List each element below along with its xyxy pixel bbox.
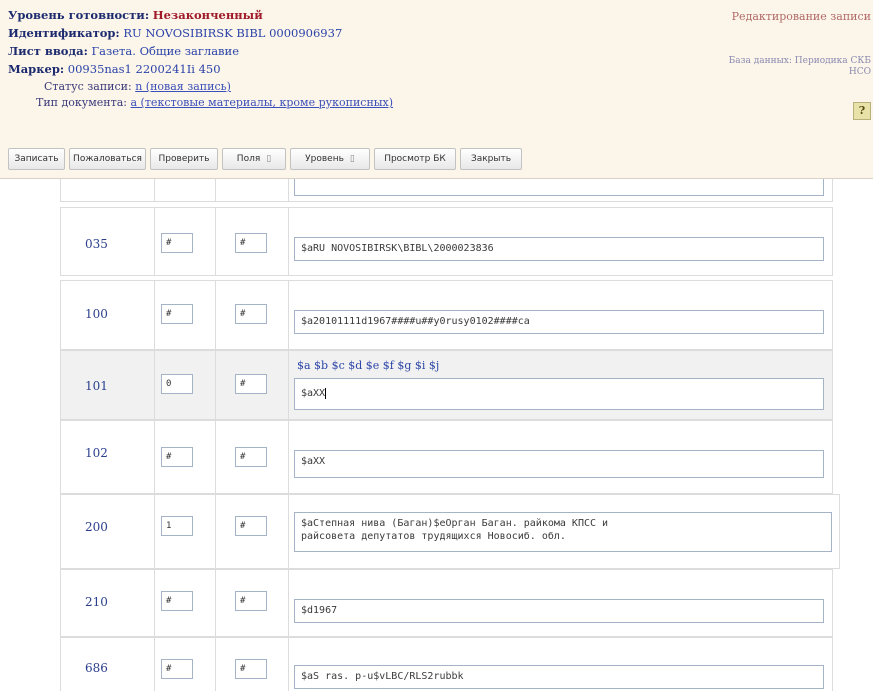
indicator-1-input[interactable]: # bbox=[161, 591, 193, 611]
record-status-link[interactable]: n (новая запись) bbox=[135, 80, 231, 93]
record-header: Уровень готовности: Незаконченный Иденти… bbox=[0, 0, 873, 179]
indicator-1-input[interactable]: # bbox=[161, 659, 193, 679]
field-value-input[interactable]: $d1967 bbox=[294, 599, 824, 623]
table-row: 100 # # $a20101111d1967####u##y0rusy0102… bbox=[60, 280, 833, 350]
field-tag: 102 bbox=[85, 446, 108, 460]
field-value-text: $aXX bbox=[301, 388, 326, 399]
field-tag: 100 bbox=[85, 307, 108, 321]
level-dropdown-label: Уровень bbox=[305, 154, 344, 164]
indicator-2-input[interactable]: # bbox=[235, 516, 267, 536]
input-sheet-label: Лист ввода: bbox=[8, 44, 88, 58]
field-value-input[interactable]: $aRU NOVOSIBIRSK\BIBL\2000023836 bbox=[294, 237, 824, 261]
indicator-2-input[interactable]: # bbox=[235, 304, 267, 324]
indicator-2-input[interactable]: # bbox=[235, 447, 267, 467]
readiness-label: Уровень готовности: bbox=[8, 8, 150, 22]
record-status-label: Статус записи: bbox=[44, 80, 132, 93]
level-dropdown-button[interactable]: Уровень ▯ bbox=[290, 148, 370, 170]
field-tag: 101 bbox=[85, 379, 108, 393]
indicator-1-input[interactable]: 0 bbox=[161, 374, 193, 394]
close-button[interactable]: Закрыть bbox=[460, 148, 522, 170]
identifier-line: Идентификатор: RU NOVOSIBIRSK BIBL 00009… bbox=[8, 26, 342, 40]
indicator-1-input[interactable]: # bbox=[161, 233, 193, 253]
indicator-1-input[interactable]: # bbox=[161, 447, 193, 467]
marker-label: Маркер: bbox=[8, 62, 65, 76]
input-sheet-value: Газета. Общие заглавие bbox=[91, 44, 240, 58]
database-info: База данных: Периодика СКБ НСО bbox=[729, 56, 871, 78]
table-row-active: 101 0 # $a $b $c $d $e $f $g $i $j $aXX bbox=[60, 350, 833, 420]
table-row: 200 1 # $aСтепная нива (Баган)$eОрган Ба… bbox=[60, 494, 840, 569]
readiness-line: Уровень готовности: Незаконченный bbox=[8, 8, 263, 22]
field-value-input[interactable]: $aS ras. p-u$vLBC/RLS2rubbk bbox=[294, 665, 824, 689]
marker-value: 00935nas1 2200241Ii 450 bbox=[67, 62, 221, 76]
identifier-label: Идентификатор: bbox=[8, 26, 120, 40]
fields-dropdown-button[interactable]: Поля ▯ bbox=[222, 148, 286, 170]
complain-button[interactable]: Пожаловаться bbox=[69, 148, 146, 170]
indicator-2-input[interactable]: # bbox=[235, 374, 267, 394]
document-type-link[interactable]: a (текстовые материалы, кроме рукописных… bbox=[131, 96, 394, 109]
table-row: 035 # # $aRU NOVOSIBIRSK\BIBL\2000023836 bbox=[60, 207, 833, 276]
field-value-input[interactable]: $a20101111d1967####u##y0rusy0102####ca bbox=[294, 310, 824, 334]
indicator-2-input[interactable]: # bbox=[235, 591, 267, 611]
save-button[interactable]: Записать bbox=[8, 148, 65, 170]
database-info-line2: НСО bbox=[848, 67, 871, 77]
database-info-line1: База данных: Периодика СКБ bbox=[728, 56, 871, 66]
indicator-2-input[interactable]: # bbox=[235, 233, 267, 253]
identifier-value: RU NOVOSIBIRSK BIBL 0000906937 bbox=[123, 26, 343, 40]
indicator-1-input[interactable]: 1 bbox=[161, 516, 193, 536]
input-sheet-line: Лист ввода: Газета. Общие заглавие bbox=[8, 44, 239, 58]
help-icon[interactable]: ? bbox=[853, 102, 871, 120]
text-cursor bbox=[325, 387, 327, 399]
marker-line: Маркер: 00935nas1 2200241Ii 450 bbox=[8, 62, 221, 76]
field-value-input-focused[interactable]: $aXX bbox=[294, 378, 824, 410]
field-value-textarea[interactable]: $aСтепная нива (Баган)$eОрган Баган. рай… bbox=[294, 512, 832, 552]
field-tag: 035 bbox=[85, 237, 108, 251]
editing-title: Редактирование записи bbox=[731, 10, 871, 23]
check-button[interactable]: Проверить bbox=[150, 148, 218, 170]
field-tag: 200 bbox=[85, 520, 108, 534]
dropdown-caret-icon: ▯ bbox=[349, 154, 355, 164]
dropdown-caret-icon: ▯ bbox=[266, 154, 272, 164]
indicator-1-input[interactable]: # bbox=[161, 304, 193, 324]
record-status-line: Статус записи: n (новая запись) bbox=[44, 80, 231, 93]
field-value-input[interactable]: $aXX bbox=[294, 450, 824, 478]
field-tag: 686 bbox=[85, 661, 108, 675]
readiness-value: Незаконченный bbox=[152, 8, 263, 22]
indicator-2-input[interactable]: # bbox=[235, 659, 267, 679]
document-type-line: Тип документа: a (текстовые материалы, к… bbox=[36, 96, 393, 109]
fields-dropdown-label: Поля bbox=[236, 154, 261, 164]
subfield-codes-hint[interactable]: $a $b $c $d $e $f $g $i $j bbox=[297, 359, 439, 372]
table-row: 102 # # $aXX bbox=[60, 420, 833, 494]
table-row: 686 # # $aS ras. p-u$vLBC/RLS2rubbk bbox=[60, 637, 833, 691]
field-tag: 210 bbox=[85, 595, 108, 609]
document-type-label: Тип документа: bbox=[36, 96, 127, 109]
catalog-preview-button[interactable]: Просмотр БК bbox=[374, 148, 456, 170]
table-row: 210 # # $d1967 bbox=[60, 569, 833, 637]
